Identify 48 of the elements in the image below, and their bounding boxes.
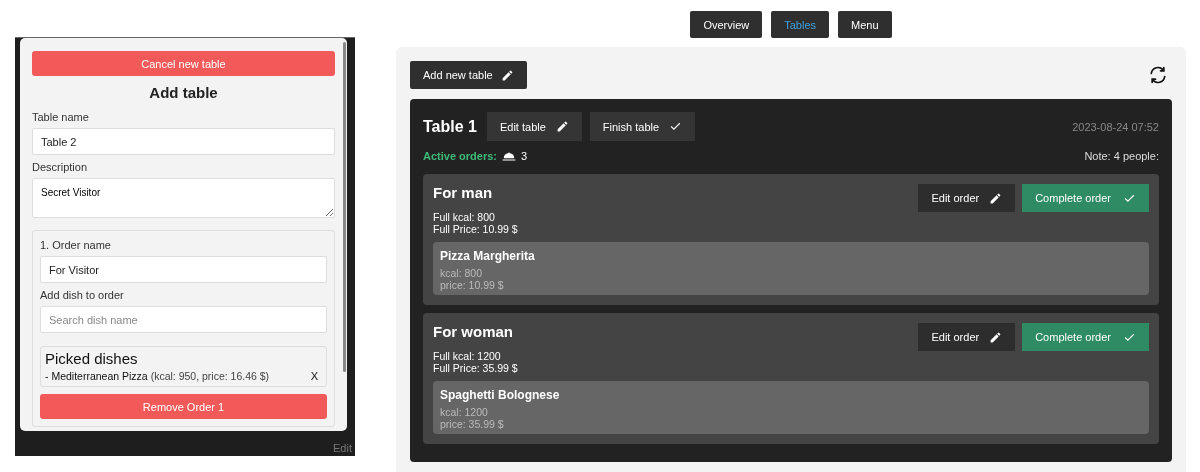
checkmark-icon — [669, 120, 683, 133]
edit-table-button[interactable]: Edit table — [486, 112, 582, 141]
field-label: Add dish to order — [40, 289, 125, 301]
remove-dish-button[interactable]: X — [306, 370, 322, 382]
order-kcal: Full kcal: 1200 — [433, 350, 502, 362]
nav-tab[interactable]: Overview — [690, 11, 763, 38]
order-name: For woman — [433, 323, 514, 340]
table-note: Note: 4 people: — [1084, 150, 1159, 162]
dish-kcal: kcal: 1200 — [440, 406, 489, 418]
finish-table-button[interactable]: Finish table — [589, 112, 696, 141]
edit-order-button[interactable]: Edit order — [918, 184, 1016, 212]
pencil-icon — [500, 68, 514, 82]
dish-name: Pizza Margherita — [440, 249, 536, 263]
refresh-icon[interactable] — [1148, 65, 1168, 85]
order-name: For man — [433, 184, 494, 201]
order-name-field[interactable]: For Visitor — [40, 256, 327, 283]
field-label: Table name — [32, 111, 90, 123]
background-text: Edit — [333, 442, 352, 454]
table-name: Table 1 — [423, 117, 477, 136]
complete-order-button[interactable]: Complete order — [1022, 184, 1149, 212]
active-orders-count: 3 — [521, 150, 528, 162]
nav-tab[interactable]: Tables — [771, 11, 830, 38]
dish-price: price: 35.99 $ — [440, 418, 505, 430]
dialog-title: Add table — [148, 84, 219, 101]
edit-order-button[interactable]: Edit order — [918, 323, 1016, 351]
add-table-button[interactable]: Add new table — [410, 61, 527, 89]
order-price: Full Price: 10.99 $ — [433, 223, 519, 235]
picked-dish-text: - Mediterranean Pizza (kcal: 950, price: 16.46 $) — [45, 370, 270, 382]
dish-kcal: kcal: 800 — [440, 267, 484, 279]
dish-name: Spaghetti Bolognese — [440, 388, 561, 402]
order-price: Full Price: 35.99 $ — [433, 362, 519, 374]
table-date: 2023-08-24 07:52 — [1072, 120, 1159, 133]
pencil-icon — [989, 330, 1003, 344]
description-field[interactable]: Secret Visitor — [32, 178, 335, 218]
field-label: Description — [32, 161, 89, 173]
scrollbar[interactable] — [343, 42, 346, 372]
field-label: 1. Order name — [40, 239, 112, 251]
cloche-icon — [502, 150, 516, 162]
pencil-icon — [989, 191, 1003, 205]
table-name-field[interactable]: Table 2 — [32, 128, 335, 155]
nav-tab[interactable]: Menu — [838, 11, 892, 38]
order-kcal: Full kcal: 800 — [433, 211, 496, 223]
dish-search-field[interactable]: Search dish name — [40, 306, 327, 333]
active-orders-label: Active orders: — [423, 150, 497, 162]
complete-order-button[interactable]: Complete order — [1022, 323, 1149, 351]
pencil-icon — [555, 120, 569, 133]
dish-price: price: 10.99 $ — [440, 279, 505, 291]
picked-dishes-title: Picked dishes — [45, 350, 139, 367]
